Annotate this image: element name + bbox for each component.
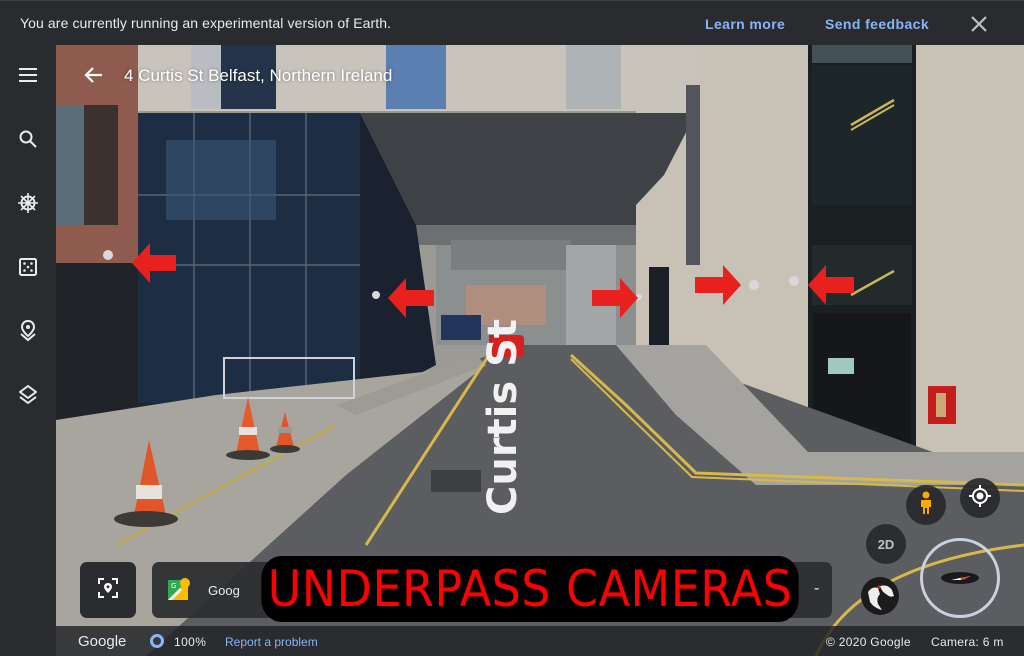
photo-location-icon bbox=[97, 577, 119, 604]
collapse-card-button[interactable]: - bbox=[814, 580, 819, 598]
search-button[interactable] bbox=[14, 127, 42, 155]
globe-icon bbox=[860, 576, 900, 621]
report-problem-link[interactable]: Report a problem bbox=[225, 635, 318, 649]
arrow-camera-right-wall-2 bbox=[808, 265, 854, 305]
toggle-2d-button[interactable]: 2D bbox=[866, 524, 906, 564]
pegman-icon bbox=[918, 491, 934, 520]
layers-icon bbox=[17, 384, 39, 411]
google-logo: Google bbox=[78, 633, 127, 650]
sidebar bbox=[0, 45, 56, 656]
hamburger-menu-icon bbox=[18, 67, 38, 88]
annotation-title: UNDERPASS CAMERAS bbox=[261, 556, 799, 622]
dice-icon bbox=[18, 257, 38, 282]
photo-location-button[interactable] bbox=[80, 562, 136, 618]
map-pin-layers-icon bbox=[17, 319, 39, 348]
arrow-camera-left-wall bbox=[132, 243, 176, 283]
arrow-camera-right-wall-1 bbox=[695, 265, 741, 305]
compass-icon bbox=[941, 572, 979, 584]
load-percent: 100% bbox=[174, 635, 207, 649]
send-feedback-link[interactable]: Send feedback bbox=[825, 16, 929, 32]
search-icon bbox=[18, 129, 38, 154]
svg-text:G: G bbox=[171, 582, 176, 590]
menu-button[interactable] bbox=[14, 63, 42, 91]
my-location-icon bbox=[968, 484, 992, 513]
copyright-text: © 2020 Google bbox=[826, 635, 911, 649]
ships-wheel-icon bbox=[16, 191, 40, 220]
globe-button[interactable] bbox=[860, 576, 900, 621]
camera-altitude: Camera: 6 m bbox=[931, 635, 1004, 649]
close-icon[interactable] bbox=[968, 13, 990, 35]
arrow-camera-underpass-left bbox=[388, 278, 434, 318]
voyager-button[interactable] bbox=[14, 191, 42, 219]
arrow-camera-underpass-right bbox=[592, 278, 638, 318]
pegman-button[interactable] bbox=[906, 485, 946, 525]
google-maps-icon: G bbox=[168, 578, 190, 600]
arrow-back-icon bbox=[82, 67, 104, 90]
status-bar: Google 100% Report a problem © 2020 Goog… bbox=[56, 626, 1024, 656]
projects-button[interactable] bbox=[14, 319, 42, 347]
my-location-button[interactable] bbox=[960, 478, 1000, 518]
feeling-lucky-button[interactable] bbox=[14, 255, 42, 283]
back-button[interactable] bbox=[82, 64, 104, 86]
compass-button[interactable] bbox=[920, 538, 1000, 618]
card-title: Goog bbox=[208, 583, 240, 598]
map-style-button[interactable] bbox=[14, 383, 42, 411]
loading-progress-icon bbox=[150, 634, 164, 648]
experimental-banner: You are currently running an experimenta… bbox=[0, 0, 1024, 45]
banner-message: You are currently running an experimenta… bbox=[20, 15, 392, 31]
learn-more-link[interactable]: Learn more bbox=[705, 16, 785, 32]
location-address: 4 Curtis St Belfast, Northern Ireland bbox=[124, 66, 393, 85]
